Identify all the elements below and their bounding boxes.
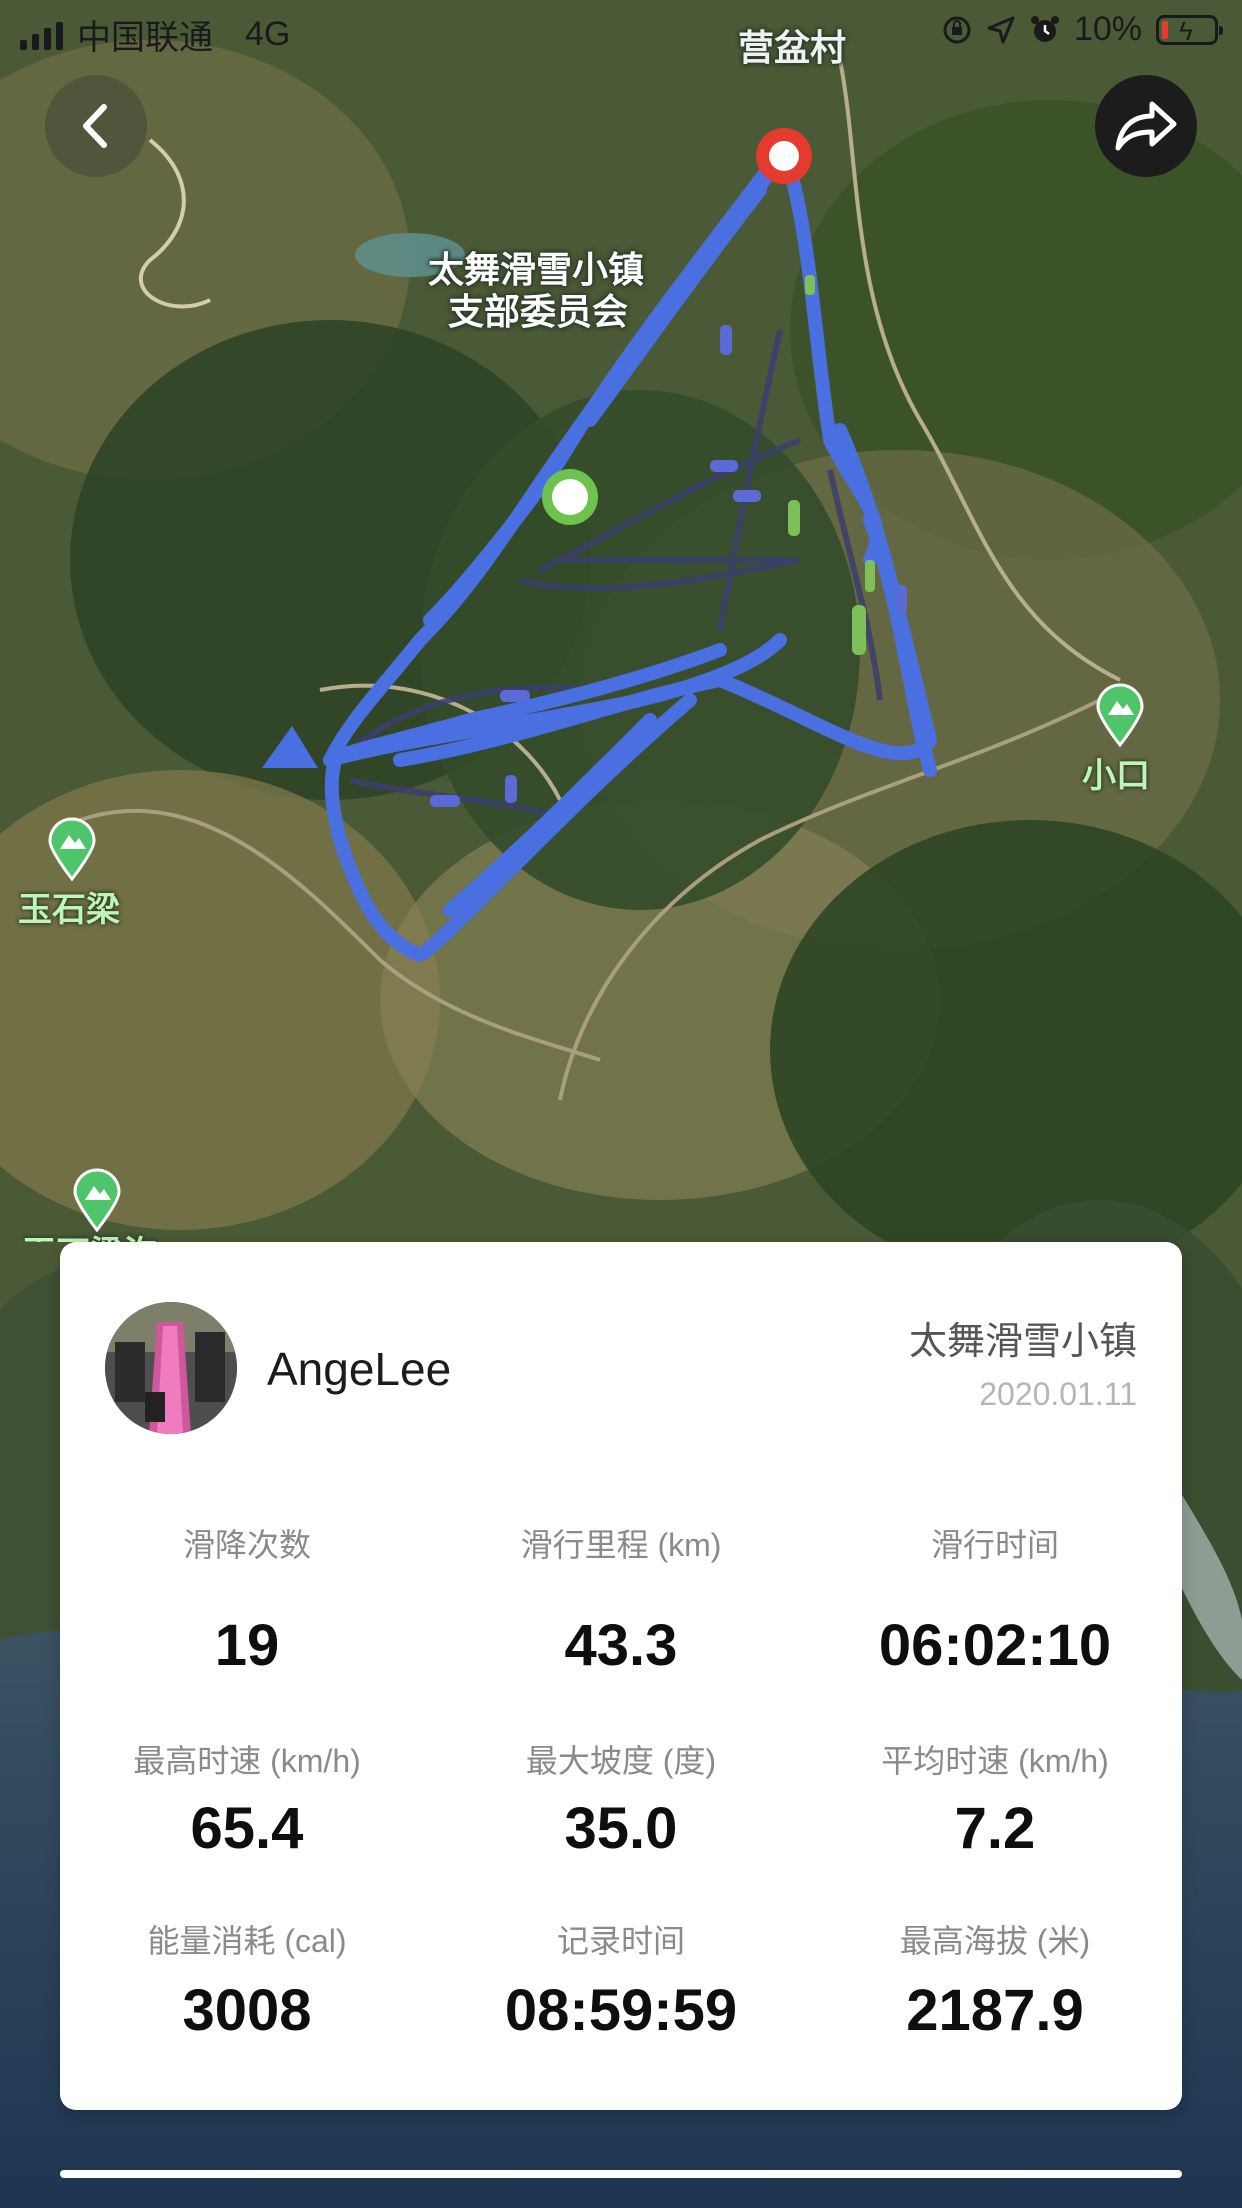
- share-button[interactable]: [1095, 75, 1197, 177]
- stat-max-slope: 最大坡度 (度): [434, 1736, 808, 1782]
- battery-percent: 10%: [1073, 10, 1142, 48]
- stat-max-altitude: 最高海拔 (米): [808, 1916, 1182, 1962]
- battery-icon: ϟ: [1156, 14, 1223, 46]
- stat-runs: 滑降次数: [60, 1520, 434, 1566]
- stat-calories-value: 3008: [60, 1977, 434, 2044]
- stat-label: 最大坡度 (度): [525, 1743, 717, 1779]
- chevron-left-icon: [83, 104, 107, 148]
- back-button[interactable]: [45, 75, 147, 177]
- stat-label: 最高时速 (km/h): [133, 1743, 361, 1779]
- signal-icon: [20, 20, 63, 50]
- ski-summary-card: AngeLee 太舞滑雪小镇 2020.01.11 滑降次数 19 滑行里程 (…: [60, 1242, 1182, 2110]
- stat-max-altitude-value: 2187.9: [808, 1977, 1182, 2044]
- start-marker-icon: [542, 469, 598, 525]
- stat-max-speed-value: 65.4: [60, 1795, 434, 1862]
- stats-grid: 滑降次数 19 滑行里程 (km) 43.3 滑行时间 06:02:10 最高时…: [60, 1242, 1182, 2110]
- orientation-lock-icon: [942, 15, 972, 45]
- stat-value: 19: [214, 1613, 280, 1678]
- stat-ski-time-value: 06:02:10: [808, 1612, 1182, 1679]
- map-label-committee-line2: 支部委员会: [448, 291, 629, 332]
- poi-partial-label: 玉石梁沟: [22, 1226, 158, 1242]
- end-marker-icon: [756, 128, 812, 184]
- stat-label: 滑行里程 (km): [520, 1527, 722, 1563]
- poi-xiaokou-icon[interactable]: [1094, 683, 1146, 747]
- poi-yushiliang-icon[interactable]: [46, 817, 98, 881]
- stat-value: 7.2: [954, 1796, 1036, 1861]
- ski-track-screen: 营盆村 太舞滑雪小镇 支部委员会 小口 玉石梁 玉石梁沟 中国联通 4G: [0, 0, 1242, 2208]
- stat-label: 滑行时间: [930, 1527, 1059, 1563]
- stat-value: 65.4: [190, 1796, 304, 1861]
- stat-ski-time: 滑行时间: [808, 1520, 1182, 1566]
- stat-max-slope-value: 35.0: [434, 1795, 808, 1862]
- stat-value: 2187.9: [906, 1978, 1084, 2043]
- stat-distance-value: 43.3: [434, 1612, 808, 1679]
- poi-partial-icon[interactable]: [71, 1168, 123, 1232]
- poi-yushiliang-label: 玉石梁: [18, 891, 120, 929]
- network-label: 4G: [245, 15, 291, 53]
- stat-value: 08:59:59: [504, 1978, 738, 2043]
- stat-distance: 滑行里程 (km): [434, 1520, 808, 1566]
- poi-xiaokou-label: 小口: [1082, 757, 1150, 795]
- stat-record-time-value: 08:59:59: [434, 1977, 808, 2044]
- stat-avg-speed: 平均时速 (km/h): [808, 1736, 1182, 1782]
- stat-label: 记录时间: [556, 1923, 685, 1959]
- stat-calories: 能量消耗 (cal): [60, 1916, 434, 1962]
- stat-label: 滑降次数: [182, 1527, 311, 1563]
- stat-value: 35.0: [564, 1796, 678, 1861]
- stat-value: 06:02:10: [878, 1613, 1112, 1678]
- stat-avg-speed-value: 7.2: [808, 1795, 1182, 1862]
- stat-label: 能量消耗 (cal): [147, 1923, 347, 1959]
- alarm-icon: [1030, 15, 1060, 45]
- stat-label: 最高海拔 (米): [899, 1923, 1091, 1959]
- stat-label: 平均时速 (km/h): [881, 1743, 1109, 1779]
- stat-value: 3008: [182, 1978, 312, 2043]
- stat-max-speed: 最高时速 (km/h): [60, 1736, 434, 1782]
- bottom-sheet-handle[interactable]: [60, 2170, 1182, 2178]
- stat-runs-value: 19: [60, 1612, 434, 1679]
- map-label-committee-line1: 太舞滑雪小镇: [428, 249, 645, 290]
- stat-value: 43.3: [564, 1613, 678, 1678]
- carrier-label: 中国联通: [77, 19, 213, 57]
- stat-record-time: 记录时间: [434, 1916, 808, 1962]
- status-bar: 中国联通 4G 10% ϟ: [0, 0, 1242, 64]
- location-arrow-icon: [986, 15, 1016, 45]
- share-arrow-icon: [1115, 101, 1177, 151]
